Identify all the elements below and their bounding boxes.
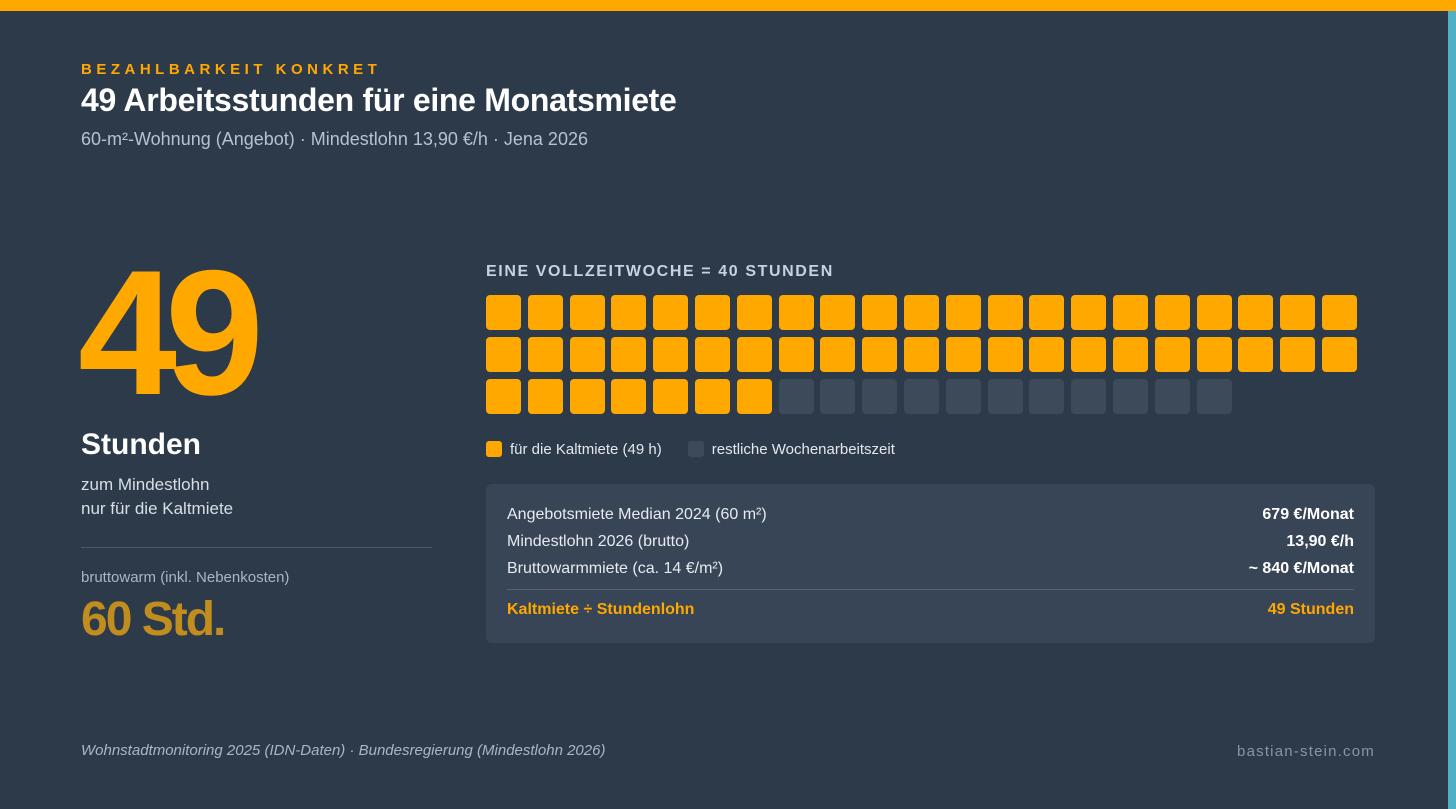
hour-cell-filled [486, 336, 521, 372]
hour-cell-filled [1071, 295, 1107, 330]
page-subtitle: 60-m²-Wohnung (Angebot) · Mindestlohn 13… [81, 129, 588, 149]
hour-cell-filled [611, 295, 647, 330]
hour-cell-filled [486, 378, 521, 414]
calc-row: Mindestlohn 2026 (brutto) 13,90 €/h [507, 533, 1354, 551]
hour-cell-filled [904, 336, 939, 372]
hour-cell-remaining [904, 378, 939, 414]
hour-cell-filled [695, 378, 730, 414]
hour-cell-filled [820, 295, 856, 330]
hour-cell-filled [1238, 295, 1274, 330]
calc-divider [507, 589, 1354, 590]
brand-link[interactable]: bastian-stein.com [1237, 743, 1375, 760]
hour-cell-filled [1154, 336, 1190, 372]
hour-cell-filled [1154, 295, 1190, 330]
legend-swatch-filled [486, 441, 502, 457]
big-number-unit: Stunden [81, 428, 201, 461]
hour-cell-filled [569, 295, 605, 330]
hour-cell-filled [1029, 336, 1065, 372]
hour-cell-filled [736, 378, 772, 414]
warm-value: 60 Std. [81, 593, 226, 646]
calc-row-label: Mindestlohn 2026 (brutto) [507, 533, 690, 550]
calc-row-value: ~ 840 €/Monat [1248, 560, 1354, 577]
calculation-card: Angebotsmiete Median 2024 (60 m²) 679 €/… [486, 484, 1375, 643]
page-title: 49 Arbeitsstunden für eine Monatsmiete [81, 82, 677, 118]
hour-cell-filled [904, 295, 939, 330]
hour-cell-filled [611, 378, 647, 414]
hour-cell-remaining [1154, 378, 1190, 414]
hour-cell-filled [778, 295, 814, 330]
hour-cell-filled [1113, 295, 1148, 330]
hour-cell-filled [987, 336, 1023, 372]
hour-cell-filled [653, 378, 689, 414]
hour-cell-filled [1113, 336, 1148, 372]
hour-cell-filled [527, 295, 563, 330]
hour-cell-filled [1196, 336, 1232, 372]
hour-cell-filled [1280, 295, 1316, 330]
hour-cell-filled [653, 295, 689, 330]
calc-row-label: Bruttowarmmiete (ca. 14 €/m²) [507, 560, 724, 577]
hour-cell-filled [1071, 336, 1107, 372]
legend-swatch-remaining [687, 441, 704, 457]
hour-cell-filled [987, 295, 1023, 330]
hour-cell-filled [945, 295, 981, 330]
hour-cell-filled [1280, 336, 1316, 372]
hour-cell-filled [1322, 336, 1357, 372]
calc-row-label: Angebotsmiete Median 2024 (60 m²) [507, 506, 767, 523]
hour-cell-filled [569, 378, 605, 414]
big-number-description: zum Mindestlohn nur für die Kaltmiete [81, 473, 233, 521]
legend-item-remaining: restliche Wochenarbeitszeit [687, 440, 895, 458]
hour-cell-filled [820, 336, 856, 372]
hour-cell-remaining [945, 378, 981, 414]
legend-label-filled: für die Kaltmiete (49 h) [510, 440, 662, 458]
hour-cell-filled [569, 336, 605, 372]
hour-cell-filled [486, 295, 521, 330]
hour-cell-filled [653, 336, 689, 372]
top-accent-bar [0, 0, 1456, 11]
hour-cell-filled [527, 378, 563, 414]
hour-cell-filled [1238, 336, 1274, 372]
hour-cell-filled [1322, 295, 1357, 330]
hour-grid [486, 295, 1366, 417]
hour-cell-filled [1029, 295, 1065, 330]
hour-cell-filled [778, 336, 814, 372]
big-number: 49 [78, 233, 264, 432]
legend: für die Kaltmiete (49 h) restliche Woche… [486, 439, 921, 459]
hour-cell-remaining [820, 378, 856, 414]
hour-cell-remaining [987, 378, 1023, 414]
legend-label-remaining: restliche Wochenarbeitszeit [711, 440, 895, 458]
hour-cell-filled [736, 295, 772, 330]
calc-row: Bruttowarmmiete (ca. 14 €/m²) ~ 840 €/Mo… [507, 560, 1354, 578]
hour-cell-filled [695, 295, 730, 330]
legend-item-filled: für die Kaltmiete (49 h) [486, 441, 662, 458]
kicker: BEZAHLBARKEIT KONKRET [81, 61, 382, 78]
calc-total-value: 49 Stunden [1267, 601, 1354, 618]
hour-cell-remaining [1196, 378, 1232, 414]
hour-cell-filled [862, 336, 898, 372]
hour-cell-filled [945, 336, 981, 372]
hour-cell-remaining [862, 378, 898, 414]
hour-cell-filled [611, 336, 647, 372]
hour-cell-remaining [778, 378, 814, 414]
source-note: Wohnstadtmonitoring 2025 (IDN-Daten) · B… [81, 742, 606, 759]
calc-row-value: 679 €/Monat [1262, 506, 1354, 523]
description-line-1: zum Mindestlohn [81, 475, 210, 494]
calc-row-value: 13,90 €/h [1286, 533, 1354, 550]
description-line-2: nur für die Kaltmiete [81, 499, 234, 518]
calc-row: Angebotsmiete Median 2024 (60 m²) 679 €/… [507, 506, 1354, 524]
hour-cell-remaining [1029, 378, 1065, 414]
week-chart-heading: EINE VOLLZEITWOCHE = 40 STUNDEN [486, 263, 834, 280]
hour-cell-remaining [1113, 378, 1148, 414]
side-accent-bar [1448, 11, 1456, 809]
hour-cell-filled [527, 336, 563, 372]
warm-label: bruttowarm (inkl. Nebenkosten) [81, 569, 290, 586]
hour-cell-filled [1196, 295, 1232, 330]
calc-total-row: Kaltmiete ÷ Stundenlohn 49 Stunden [507, 601, 1354, 619]
hour-cell-filled [736, 336, 772, 372]
calc-total-label: Kaltmiete ÷ Stundenlohn [507, 601, 695, 618]
hour-cell-remaining [1071, 378, 1107, 414]
hour-cell-filled [862, 295, 898, 330]
divider [81, 547, 432, 548]
hour-cell-filled [695, 336, 730, 372]
